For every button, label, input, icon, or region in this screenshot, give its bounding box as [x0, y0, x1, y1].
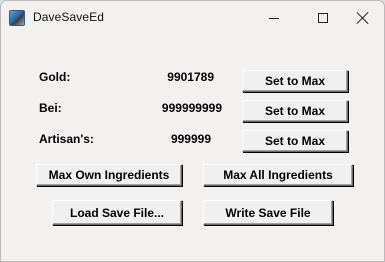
close-button[interactable] [340, 1, 384, 35]
bei-set-to-max-button[interactable]: Set to Max [242, 100, 348, 122]
app-window: DaveSaveEd Gold: 9901789 Set to Max Bei:… [0, 0, 385, 262]
artisans-value: 999999 [170, 132, 211, 146]
app-icon [9, 10, 25, 26]
load-save-file-button[interactable]: Load Save File... [52, 200, 182, 225]
max-all-ingredients-button[interactable]: Max All Ingredients [203, 164, 353, 186]
minimize-button[interactable] [251, 1, 297, 35]
client-area: Gold: 9901789 Set to Max Bei: 999999999 … [1, 35, 384, 261]
maximize-icon [318, 13, 328, 23]
write-save-file-button[interactable]: Write Save File [203, 200, 333, 225]
close-icon [357, 12, 369, 24]
gold-value: 9901789 [167, 70, 214, 84]
window-title: DaveSaveEd [33, 10, 105, 24]
artisans-set-to-max-button[interactable]: Set to Max [242, 130, 348, 152]
max-own-ingredients-button[interactable]: Max Own Ingredients [36, 164, 182, 186]
title-bar[interactable]: DaveSaveEd [1, 1, 384, 35]
gold-label: Gold: [39, 70, 71, 84]
bei-value: 999999999 [161, 101, 222, 115]
minimize-icon [269, 17, 279, 19]
gold-set-to-max-button[interactable]: Set to Max [242, 70, 348, 92]
bei-label: Bei: [39, 101, 62, 115]
artisans-label: Artisan's: [39, 132, 94, 146]
